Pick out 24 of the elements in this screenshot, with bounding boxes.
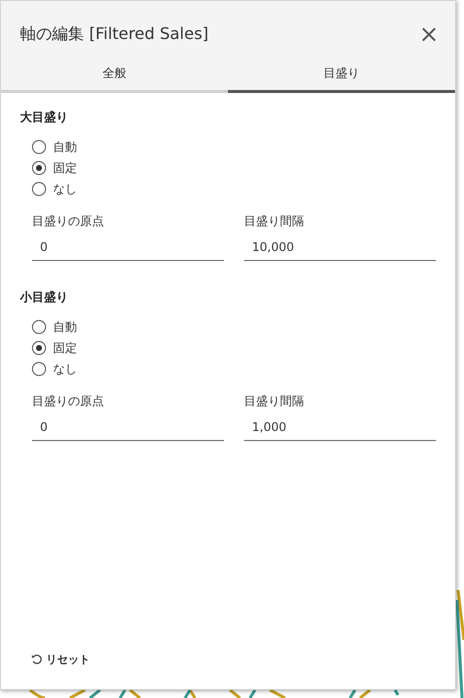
reset-button[interactable]: リセット bbox=[31, 652, 90, 667]
close-button[interactable]: × bbox=[414, 22, 443, 46]
radio-button[interactable] bbox=[32, 341, 46, 355]
undo-icon bbox=[31, 654, 42, 665]
radio-button[interactable] bbox=[32, 182, 46, 196]
radio-label: なし bbox=[53, 360, 77, 378]
field-label: 目盛り間隔 bbox=[244, 213, 305, 230]
radio-button[interactable] bbox=[32, 161, 46, 175]
radio-label: 自動 bbox=[53, 318, 77, 336]
section-title: 大目盛り bbox=[20, 109, 69, 126]
tab[interactable]: 全般 bbox=[1, 57, 228, 93]
radio-button[interactable] bbox=[32, 320, 46, 334]
radio-button[interactable] bbox=[32, 362, 46, 376]
radio-label: 固定 bbox=[53, 160, 77, 176]
radio-label: 固定 bbox=[53, 340, 77, 356]
radio-label: 自動 bbox=[53, 138, 77, 156]
field-label: 目盛りの原点 bbox=[32, 393, 105, 410]
radio-button[interactable] bbox=[32, 140, 46, 154]
field-label: 目盛り間隔 bbox=[244, 393, 305, 410]
tab[interactable]: 目盛り bbox=[228, 57, 455, 93]
dialog-title: 軸の編集 [Filtered Sales] bbox=[20, 24, 209, 44]
radio-label: なし bbox=[53, 180, 77, 198]
field-label: 目盛りの原点 bbox=[32, 213, 105, 230]
section-title: 小目盛り bbox=[20, 289, 69, 306]
